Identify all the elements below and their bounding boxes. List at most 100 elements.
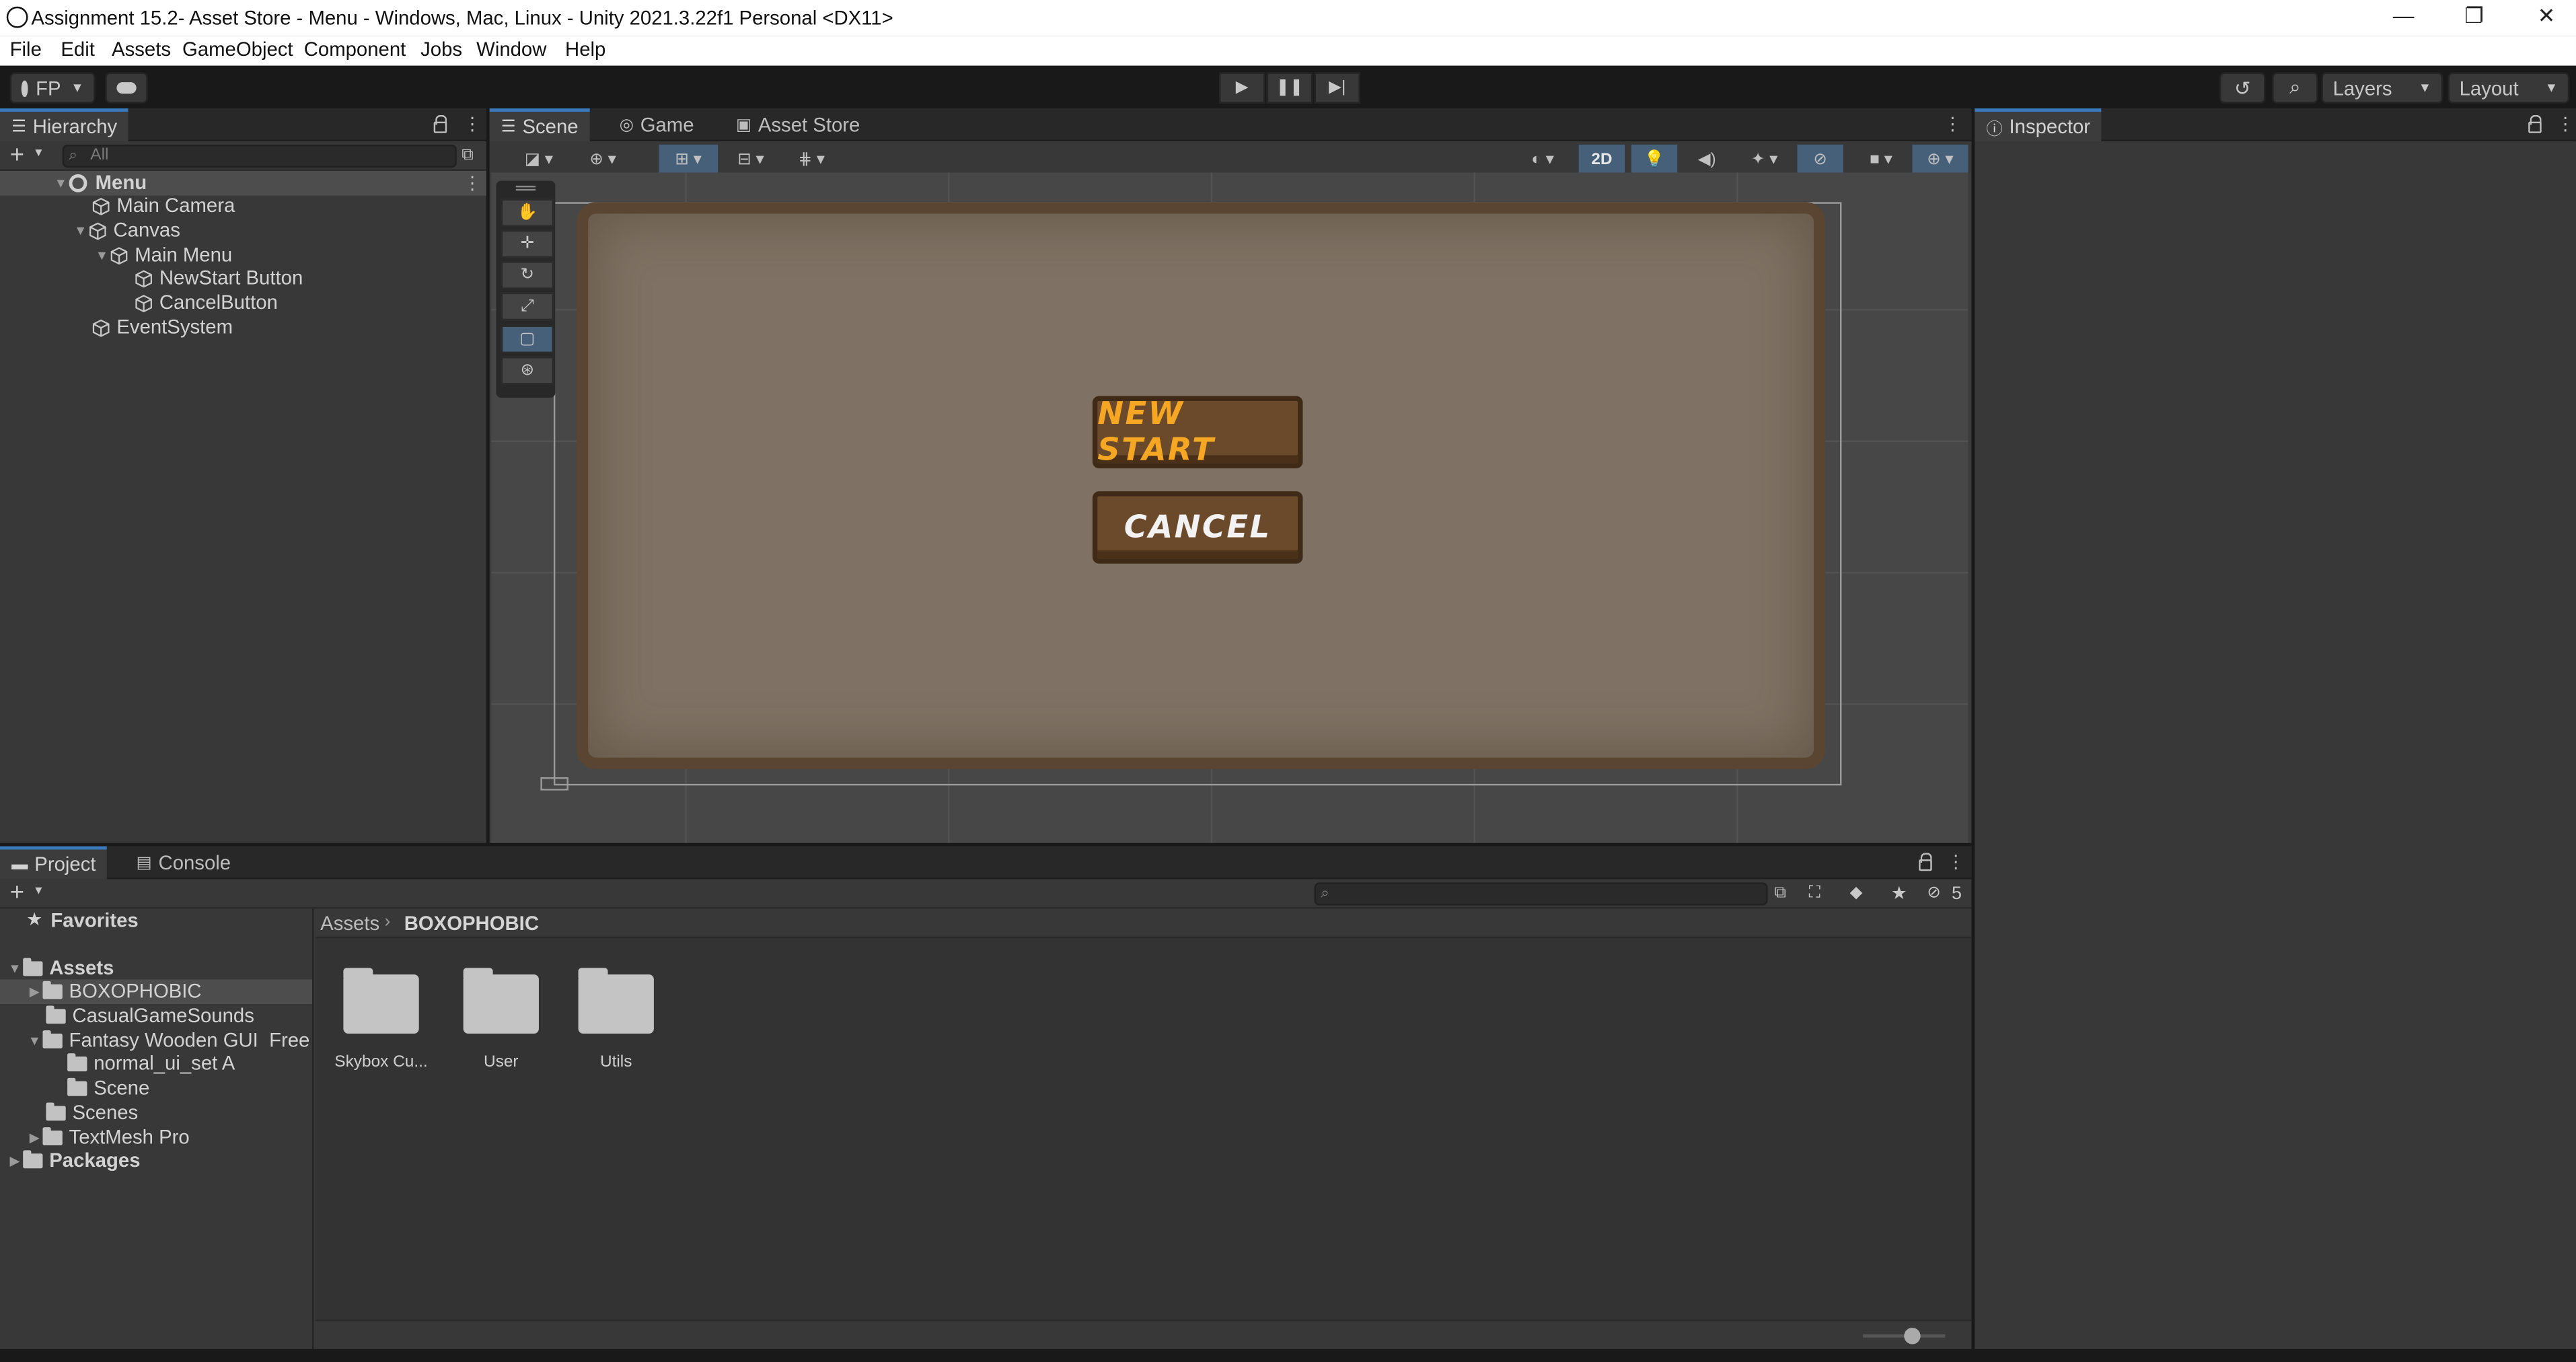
tree-item-casualgamesounds[interactable]: CasualGameSounds: [46, 1004, 254, 1029]
tab-hierarchy[interactable]: ☰ Hierarchy: [0, 108, 129, 142]
menu-edit[interactable]: Edit: [61, 38, 95, 61]
minimize-button[interactable]: —: [2379, 3, 2428, 33]
toggle-2d-button[interactable]: 2D: [1578, 144, 1625, 174]
add-icon[interactable]: +: [10, 141, 24, 170]
kebab-menu-icon[interactable]: ⋮: [464, 113, 482, 135]
chevron-down-icon[interactable]: ▼: [33, 886, 44, 897]
breadcrumb-assets[interactable]: Assets: [320, 912, 379, 935]
hand-tool-button[interactable]: ✋: [501, 199, 554, 227]
hierarchy-item-newstart-button[interactable]: NewStart Button: [135, 266, 303, 291]
lighting-mode-dropdown[interactable]: ◐ ▾: [1514, 144, 1571, 174]
label-tag-icon[interactable]: ◆: [1850, 884, 1863, 902]
grid-visibility-dropdown[interactable]: ⋕ ▾: [785, 144, 838, 174]
kebab-menu-icon[interactable]: ⋮: [1947, 851, 1965, 872]
transform-tool-button[interactable]: ⊛: [501, 356, 554, 385]
global-local-dropdown[interactable]: ⊕ ▾: [575, 144, 631, 174]
tab-game[interactable]: ◎ Game: [608, 108, 706, 141]
assets-root[interactable]: ▼ Assets: [7, 956, 114, 981]
filter-scene-icon[interactable]: ⧉: [462, 146, 473, 164]
rect-tool-button[interactable]: ▢: [501, 325, 554, 354]
account-button[interactable]: FP ▼: [9, 72, 96, 104]
expand-arrow-icon[interactable]: ▶: [26, 979, 42, 1004]
pause-button[interactable]: ❚❚: [1266, 72, 1313, 104]
drag-handle-icon[interactable]: [515, 185, 536, 191]
add-icon[interactable]: +: [10, 879, 24, 907]
search-button[interactable]: ⌕: [2272, 72, 2318, 104]
lock-icon[interactable]: [1919, 853, 1932, 871]
breadcrumb-boxophobic[interactable]: BOXOPHOBIC: [404, 912, 539, 935]
play-button[interactable]: ▶: [1218, 72, 1265, 104]
tab-inspector[interactable]: ⓘ Inspector: [1975, 108, 2102, 142]
tree-item-fantasy-wooden-gui[interactable]: ▼ Fantasy Wooden GUI Free: [26, 1029, 310, 1054]
lighting-toggle[interactable]: 💡: [1631, 144, 1678, 174]
cloud-button[interactable]: [105, 72, 148, 104]
menu-file[interactable]: File: [10, 38, 42, 61]
hierarchy-search-input[interactable]: All: [62, 144, 457, 168]
menu-window[interactable]: Window: [476, 38, 546, 61]
draw-mode-dropdown[interactable]: ◪ ▾: [512, 144, 566, 174]
tab-console[interactable]: ▤ Console: [125, 847, 243, 880]
lock-icon[interactable]: [2528, 114, 2542, 133]
move-tool-button[interactable]: ✛: [501, 229, 554, 258]
increment-snap-dropdown[interactable]: ⊟ ▾: [724, 144, 778, 174]
tree-item-scene[interactable]: Scene: [67, 1076, 149, 1101]
tree-item-scenes[interactable]: Scenes: [46, 1101, 138, 1126]
layers-dropdown[interactable]: Layers ▼: [2321, 72, 2443, 104]
scale-tool-button[interactable]: ⤢: [501, 292, 554, 321]
undo-history-button[interactable]: ↺: [2219, 72, 2266, 104]
step-button[interactable]: ▶|: [1314, 72, 1360, 104]
cancel-button[interactable]: CANCEL: [1092, 491, 1303, 564]
expand-arrow-icon[interactable]: ▼: [52, 171, 69, 196]
tree-item-normal-ui-set-a[interactable]: normal_ui_set A: [67, 1052, 235, 1077]
expand-arrow-icon[interactable]: ▼: [72, 219, 88, 244]
project-search-input[interactable]: [1314, 882, 1768, 906]
menu-gameobject[interactable]: GameObject: [182, 38, 293, 61]
tree-item-textmesh-pro[interactable]: ▶ TextMesh Pro: [26, 1126, 190, 1151]
expand-arrow-icon[interactable]: ▶: [7, 1149, 23, 1174]
menu-component[interactable]: Component: [304, 38, 406, 61]
gizmos-dropdown[interactable]: ⊕ ▾: [1912, 144, 1968, 174]
kebab-menu-icon[interactable]: ⋮: [2556, 113, 2575, 135]
close-button[interactable]: ✕: [2522, 3, 2571, 33]
filter-type-icon[interactable]: ⛶: [1809, 884, 1820, 902]
scene-viewport[interactable]: NEW START CANCEL ✋ ✛ ↻ ⤢ ▢ ⊛: [491, 172, 1968, 843]
tab-project[interactable]: ▬ Project: [0, 846, 108, 880]
tree-item-boxophobic[interactable]: ▶ BOXOPHOBIC: [26, 979, 202, 1004]
chevron-down-icon[interactable]: ▼: [33, 148, 44, 159]
tree-item-label: Scene: [94, 1076, 150, 1100]
hidden-packages-icon[interactable]: ⊘: [1927, 884, 1940, 902]
hierarchy-item-main-menu[interactable]: ▼ Main Menu: [94, 243, 233, 268]
tab-scene[interactable]: ☰ Scene: [489, 108, 590, 142]
rotate-tool-button[interactable]: ↻: [501, 261, 554, 289]
favorite-star-icon[interactable]: ★: [1891, 882, 1907, 904]
new-start-button[interactable]: NEW START: [1092, 396, 1303, 468]
favorites-section[interactable]: ★ Favorites: [26, 908, 139, 933]
scene-root[interactable]: ▼ Menu: [52, 171, 147, 196]
zoom-slider-thumb[interactable]: [1904, 1328, 1921, 1345]
hierarchy-item-cancel-button[interactable]: CancelButton: [135, 291, 278, 316]
expand-arrow-icon[interactable]: ▶: [26, 1126, 42, 1151]
search-by-type-icon[interactable]: ⧉: [1774, 884, 1786, 902]
expand-arrow-icon[interactable]: ▼: [7, 956, 23, 981]
hierarchy-item-main-camera[interactable]: Main Camera: [92, 194, 235, 219]
menu-help[interactable]: Help: [565, 38, 605, 61]
expand-arrow-icon[interactable]: ▼: [94, 243, 110, 268]
lock-icon[interactable]: [433, 114, 447, 133]
menu-jobs[interactable]: Jobs: [420, 38, 462, 61]
hierarchy-item-canvas[interactable]: ▼ Canvas: [72, 219, 180, 244]
grid-snap-toggle[interactable]: ⊞ ▾: [659, 144, 719, 174]
layout-dropdown[interactable]: Layout ▼: [2448, 72, 2570, 104]
menu-assets[interactable]: Assets: [112, 38, 171, 61]
expand-arrow-icon[interactable]: ▼: [26, 1029, 42, 1054]
kebab-menu-icon[interactable]: ⋮: [1944, 113, 1962, 135]
tab-asset-store[interactable]: ▣ Asset Store: [725, 108, 872, 141]
packages-root[interactable]: ▶ Packages: [7, 1149, 141, 1174]
visibility-toggle[interactable]: ⊘: [1797, 144, 1843, 174]
restore-button[interactable]: ❐: [2450, 3, 2499, 33]
audio-toggle[interactable]: ◀): [1684, 144, 1730, 174]
scene-kebab-icon[interactable]: ⋮: [464, 172, 482, 194]
hierarchy-item-eventsystem[interactable]: EventSystem: [92, 316, 233, 340]
effects-dropdown[interactable]: ✦ ▾: [1736, 144, 1793, 174]
canvas-pivot-handle[interactable]: [540, 777, 568, 791]
camera-dropdown[interactable]: ■ ▾: [1853, 144, 1909, 174]
